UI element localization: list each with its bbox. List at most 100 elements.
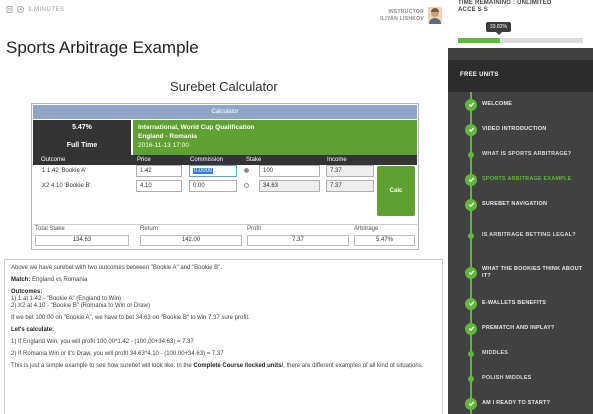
row-2-price-input[interactable]: 4.10 — [136, 180, 182, 192]
event-date: 2016-11-13 17:00 — [138, 142, 189, 149]
event-info: International, World Cup Qualification E… — [133, 120, 417, 155]
instructor-avatar[interactable] — [428, 7, 442, 24]
col-commission: Commission — [190, 157, 224, 163]
progress-bar-fill — [458, 38, 501, 43]
row-2-stake-input[interactable]: 34.63 — [259, 180, 320, 192]
checkmark-icon — [465, 198, 477, 211]
return-label: Return — [140, 226, 159, 232]
sidebar-item[interactable]: IS ARBITRAGE BETTING LEGAL? — [448, 217, 593, 254]
row-1-commission-value: 0.0000 — [193, 168, 214, 174]
row-1-outcome: 1 1.42 'Bookie A' — [42, 168, 87, 174]
sidebar-item[interactable]: WHAT IS SPORTS ARBITRAGE? — [448, 142, 593, 167]
outro-part-c: , there are different examples of all ki… — [283, 363, 424, 369]
lesson-duration: 3 MINUTES — [6, 6, 65, 13]
row-2-fix-radio[interactable] — [244, 183, 249, 188]
progress-tooltip: 33.82% — [486, 22, 511, 35]
unit-list: WELCOME VIDEO INTRODUCTION WHAT IS SPORTS … — [448, 92, 593, 414]
row-1-income: 7.37 — [326, 165, 374, 177]
calc-2-text: 2) If Romania Win or it's Draw, you will… — [11, 351, 224, 357]
row-2-income: 7.37 — [326, 180, 374, 192]
row-1-stake-input[interactable]: 100 — [259, 165, 320, 177]
sidebar-item[interactable]: VIDEO INTRODUCTION — [448, 117, 593, 142]
progress-bar — [458, 38, 583, 43]
period-label: Full Time — [66, 142, 98, 149]
sidebar-item-label: AM I READY TO START? — [482, 400, 551, 406]
sidebar-item-label: VIDEO INTRODUCTION — [482, 126, 547, 132]
sidebar-item[interactable]: SPORTS ARBITRAGE EXAMPLE — [448, 167, 593, 192]
outcome-2-text: 2) X2 at 4.10 - "Bookie B" (Romania to W… — [11, 303, 150, 309]
outcomes-block: Outcomes: 1) 1 at 1.42 - "Bookie A" (Eng… — [11, 289, 436, 310]
clock-icon — [17, 6, 24, 13]
sidebar-item-label: PREMATCH AND INPLAY? — [482, 325, 555, 331]
total-stake-label: Total Stake — [35, 226, 65, 232]
sidebar-item-label: SPORTS ARBITRAGE EXAMPLE — [482, 176, 572, 182]
checkmark-icon — [465, 322, 477, 335]
checkmark-icon — [465, 397, 477, 410]
sidebar-item[interactable]: WELCOME — [448, 92, 593, 117]
access-text: ACCE S S — [458, 7, 488, 13]
bullet-icon — [468, 375, 474, 382]
sidebar-item[interactable]: POLISH MIDDLES — [448, 366, 593, 391]
bullet-icon — [468, 350, 474, 357]
sidebar-item-label: MIDDLES — [482, 350, 509, 356]
document-icon — [6, 6, 13, 13]
calculator-title: Surebet Calculator — [170, 79, 278, 94]
complete-course-link[interactable]: Complete Course /locked units/ — [193, 363, 283, 369]
course-sidebar: TIME REMAINING : UNLIMITED ACCE S S 33.8… — [448, 0, 593, 414]
calc-button[interactable]: Calc — [377, 166, 415, 216]
arbitrage-percent: 5.47% — [72, 124, 92, 131]
arbitrage-summary: 5.47% Full Time — [33, 120, 131, 155]
row-2-outcome: X2 4.10 'Bookie B' — [42, 183, 91, 189]
competition: International, World Cup Qualification — [138, 124, 255, 131]
calc-label: Let's calculate: — [11, 327, 436, 334]
sidebar-item-label: WHAT THE BOOKIES THINK ABOUT IT? — [482, 265, 583, 279]
outcomes-label: Outcomes: — [11, 289, 43, 295]
sidebar-item-label: IS ARBITRAGE BETTING LEGAL? — [482, 232, 576, 238]
calculator-header: Calculator — [33, 105, 417, 119]
sidebar-item-label: WHAT IS SPORTS ARBITRAGE? — [482, 151, 572, 157]
arbitrage-value: 5.47% — [354, 235, 415, 246]
sidebar-item[interactable]: SUREBET NAVIGATION — [448, 192, 593, 217]
col-income: Income — [327, 157, 347, 163]
instructor-info: INSTRUCTOR ILIYAN LISHKOV — [370, 9, 424, 23]
sidebar-item-label: WELCOME — [482, 101, 513, 107]
sidebar-progress-panel: TIME REMAINING : UNLIMITED ACCE S S 33.8… — [448, 0, 593, 48]
page-title: Sports Arbitrage Example — [6, 38, 199, 57]
time-remaining-text: TIME REMAINING : UNLIMITED — [458, 0, 552, 6]
outro-text: This is just a simple example to see how… — [11, 363, 436, 370]
sidebar-item[interactable]: MIDDLES — [448, 341, 593, 366]
col-stake: Stake — [246, 157, 262, 163]
sidebar-item-label: SUREBET NAVIGATION — [482, 201, 548, 207]
checkmark-icon — [465, 123, 477, 136]
explanation-box: Above we have surebet with two outcomes … — [4, 259, 443, 414]
row-1-fix-radio[interactable] — [244, 168, 249, 173]
profit-label: Profit — [247, 226, 262, 232]
instructor-name[interactable]: ILIYAN LISHKOV — [370, 16, 424, 23]
row-1-commission-input[interactable]: 0.0000 — [189, 165, 237, 177]
column-headers: Outcome Price Commission Stake Income — [33, 155, 417, 165]
sidebar-item[interactable]: PREMATCH AND INPLAY? — [448, 316, 593, 341]
sidebar-item[interactable]: AM I READY TO START? — [448, 391, 593, 414]
sidebar-header: FREE UNITS — [448, 60, 593, 92]
checkmark-icon — [465, 266, 477, 279]
checkmark-icon — [465, 173, 477, 186]
sidebar-item[interactable]: E-WALLETS BENEFITS — [448, 291, 593, 316]
outcome-1-text: 1) 1 at 1.42 - "Bookie A" (England to Wi… — [11, 296, 121, 302]
match-name: England - Romania — [138, 133, 197, 140]
sidebar-item-label: E-WALLETS BENEFITS — [482, 300, 547, 306]
sidebar-item[interactable]: WHAT THE BOOKIES THINK ABOUT IT? — [448, 254, 593, 291]
checkmark-icon — [465, 297, 477, 310]
total-stake-value: 134.63 — [35, 235, 129, 246]
return-value: 142.00 — [140, 235, 242, 246]
match-label: Match: — [11, 277, 31, 283]
profit-value: 7.37 — [247, 235, 349, 246]
col-price: Price — [137, 157, 151, 163]
row-2-commission-input[interactable]: 0.00 — [189, 180, 237, 192]
arbitrage-label: Arbitrage — [354, 226, 379, 232]
sidebar-item-label: POLISH MIDDLES — [482, 375, 532, 381]
row-1-price-input[interactable]: 1.42 — [136, 165, 182, 177]
calc-1-text: 1) If England Win, you will profit 100.0… — [11, 339, 194, 345]
bullet-icon — [468, 151, 474, 158]
match-line: Match: England vs Romania — [11, 277, 436, 284]
outro-part-a: This is just a simple example to see how… — [11, 363, 192, 369]
